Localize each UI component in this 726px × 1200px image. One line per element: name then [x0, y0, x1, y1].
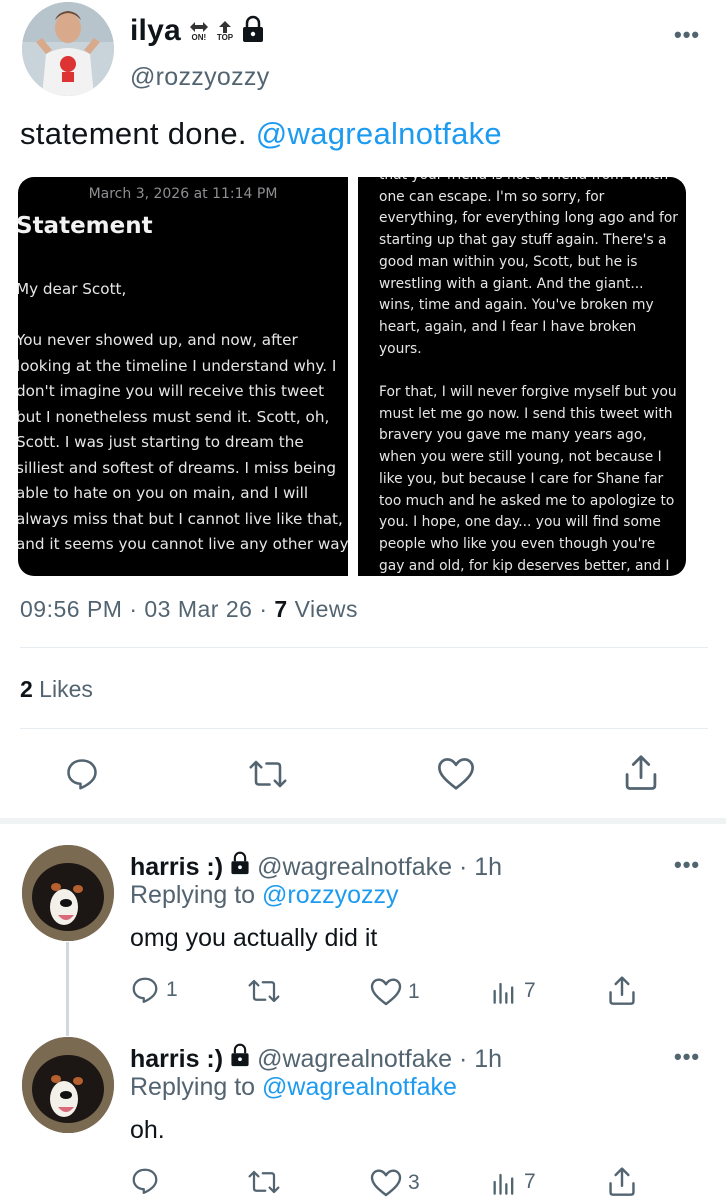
- author-name[interactable]: ilya: [130, 14, 181, 48]
- badge-on-label: ON!: [191, 32, 207, 42]
- avatar[interactable]: [22, 2, 114, 96]
- like-count: 3: [408, 1171, 420, 1194]
- replying-to: Replying to @wagrealnotfake: [130, 1073, 457, 1102]
- more-options-icon[interactable]: •••: [674, 1044, 700, 1070]
- likes-count: 2: [20, 676, 33, 702]
- views-chart-icon[interactable]: 7: [490, 977, 536, 1005]
- reply-header: harris :) @wagrealnotfake · 1h: [130, 851, 502, 882]
- replying-to-link[interactable]: @wagrealnotfake: [262, 1073, 457, 1101]
- like-heart-icon[interactable]: [437, 756, 475, 792]
- statement-date: March 3, 2026 at 11:14 PM: [88, 186, 278, 202]
- reply-icon[interactable]: [130, 1166, 166, 1196]
- replying-label: Replying to: [130, 881, 263, 909]
- reply-avatar[interactable]: [22, 1037, 114, 1133]
- arrows-badge-icon: ON!: [189, 21, 209, 42]
- more-options-icon[interactable]: •••: [674, 22, 700, 48]
- section-separator: [0, 818, 726, 824]
- reply-avatar[interactable]: [22, 845, 114, 941]
- statement-image-left[interactable]: March 3, 2026 at 11:14 PM Statement My d…: [18, 177, 348, 576]
- reply-header: harris :) @wagrealnotfake · 1h: [130, 1043, 502, 1074]
- statement-title: Statement: [18, 213, 153, 239]
- author-handle[interactable]: @rozzyozzy: [130, 63, 270, 92]
- divider: [20, 728, 708, 729]
- share-icon[interactable]: [608, 975, 636, 1007]
- lock-icon: [229, 851, 251, 882]
- likes-stat[interactable]: 2 Likes: [20, 676, 93, 703]
- retweet-icon[interactable]: [246, 1167, 282, 1197]
- statement-right-text: that your friend is not a friend from wh…: [379, 177, 678, 574]
- reply-icon[interactable]: 1: [130, 975, 178, 1005]
- reply-text: omg you actually did it: [130, 924, 378, 952]
- up-arrow-badge-icon: TOP: [216, 20, 234, 42]
- reply-count: 1: [166, 978, 178, 1001]
- like-heart-icon[interactable]: 1: [370, 977, 420, 1007]
- reply-text: oh.: [130, 1116, 165, 1144]
- tweet-text: statement done. @wagrealnotfake: [20, 116, 502, 152]
- replying-to-link[interactable]: @rozzyozzy: [262, 881, 399, 909]
- reply-author-name[interactable]: harris :): [130, 853, 223, 882]
- tweet-body: statement done.: [20, 116, 247, 151]
- author-row: ilya ON! TOP: [130, 14, 265, 48]
- lock-icon: [229, 1043, 251, 1074]
- tweet-meta: 09:56 PM · 03 Mar 26 · 7 Views: [20, 596, 358, 623]
- reply-author-handle[interactable]: @wagrealnotfake · 1h: [257, 1045, 502, 1074]
- views-chart-icon[interactable]: 7: [490, 1168, 536, 1196]
- badge-top-label: TOP: [216, 32, 234, 42]
- tweet-timestamp[interactable]: 09:56 PM · 03 Mar 26 ·: [20, 596, 274, 622]
- reply-author-handle[interactable]: @wagrealnotfake · 1h: [257, 853, 502, 882]
- lock-icon: [241, 15, 265, 48]
- views-label: Views: [287, 596, 359, 622]
- reply-icon[interactable]: [64, 756, 100, 792]
- replying-to: Replying to @rozzyozzy: [130, 881, 399, 910]
- likes-label: Likes: [32, 676, 93, 702]
- statement-image-right[interactable]: that your friend is not a friend from wh…: [358, 177, 686, 576]
- more-options-icon[interactable]: •••: [674, 852, 700, 878]
- thread-line: [66, 942, 69, 1036]
- divider: [20, 647, 708, 648]
- tweet-mention-link[interactable]: @wagrealnotfake: [256, 116, 502, 151]
- like-count: 1: [408, 980, 420, 1003]
- share-icon[interactable]: [624, 754, 658, 792]
- views-count: 7: [274, 596, 288, 622]
- share-icon[interactable]: [608, 1166, 636, 1198]
- statement-left-text: My dear Scott, You never showed up, and …: [18, 280, 348, 553]
- like-heart-icon[interactable]: 3: [370, 1168, 420, 1198]
- retweet-icon[interactable]: [248, 756, 288, 792]
- reply-author-name[interactable]: harris :): [130, 1045, 223, 1074]
- retweet-icon[interactable]: [246, 976, 282, 1006]
- replying-label: Replying to: [130, 1073, 263, 1101]
- view-count: 7: [524, 979, 536, 1002]
- view-count: 7: [524, 1170, 536, 1193]
